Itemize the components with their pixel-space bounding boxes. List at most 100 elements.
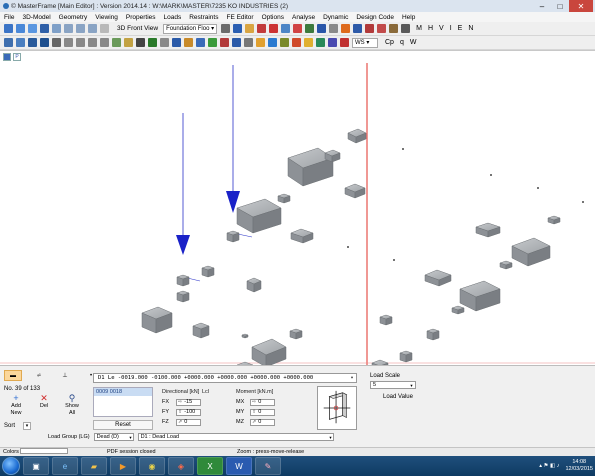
split-icon[interactable] — [100, 24, 109, 33]
toggle-w[interactable]: W — [410, 39, 417, 46]
model-viewport[interactable] — [0, 63, 595, 366]
view-3d-icon[interactable] — [4, 24, 13, 33]
menu-properties[interactable]: Properties — [126, 14, 156, 21]
table-icon[interactable] — [160, 38, 169, 47]
delete-button[interactable]: ✕ Del — [33, 394, 55, 410]
menu-help[interactable]: Help — [402, 14, 415, 21]
color-icon[interactable] — [269, 24, 279, 33]
menu-loads[interactable]: Loads — [164, 14, 182, 21]
word-icon[interactable]: W — [226, 457, 252, 475]
toggle-v[interactable]: V — [439, 25, 444, 32]
menu-viewing[interactable]: Viewing — [95, 14, 118, 21]
folder-open-icon[interactable] — [304, 38, 313, 47]
toggle-cp[interactable]: Cp — [385, 39, 394, 46]
text-icon[interactable] — [401, 24, 411, 33]
zoom-extents-icon[interactable] — [16, 38, 25, 47]
sections-icon[interactable] — [208, 38, 217, 47]
toggle-m[interactable]: M — [416, 25, 422, 32]
mz-input[interactable]: ⇗ 0 — [250, 418, 275, 426]
forces-icon[interactable] — [280, 38, 289, 47]
layer-up-icon[interactable] — [221, 24, 231, 33]
add-node-icon[interactable] — [52, 38, 61, 47]
reset-button[interactable]: Reset — [93, 420, 153, 430]
load-value-toggle[interactable]: Load Value — [383, 394, 413, 400]
start-button[interactable] — [2, 457, 20, 475]
load-scale-select[interactable]: 5 ▾ — [370, 381, 416, 389]
add-new-button[interactable]: + Add New — [5, 394, 27, 416]
render-icon[interactable] — [281, 24, 291, 33]
select-icon[interactable] — [293, 24, 303, 33]
explorer-icon[interactable]: ▣ — [23, 457, 49, 475]
print-icon[interactable] — [328, 38, 337, 47]
pencil-icon[interactable] — [184, 38, 193, 47]
pan-icon[interactable] — [64, 24, 73, 33]
check-icon[interactable] — [148, 38, 157, 47]
masterframe-icon[interactable]: ◈ — [168, 457, 194, 475]
members-icon[interactable] — [317, 24, 327, 33]
truss-load-icon[interactable]: ⩫ — [30, 370, 48, 381]
analysis-icon[interactable] — [268, 38, 277, 47]
rotate-icon[interactable] — [52, 24, 61, 33]
layer-icon[interactable] — [233, 24, 243, 33]
toggle-h[interactable]: H — [428, 25, 433, 32]
ie-icon[interactable]: e — [52, 457, 78, 475]
menu-file[interactable]: File — [4, 14, 14, 21]
fz-input[interactable]: ⇗ 0 — [176, 418, 201, 426]
redraw-icon[interactable] — [245, 24, 255, 33]
stop-icon[interactable] — [340, 38, 349, 47]
maximize-button[interactable]: □ — [551, 0, 569, 12]
menu-fe-editor[interactable]: FE Editor — [226, 14, 253, 21]
line-style-icon[interactable] — [244, 38, 253, 47]
undo-view-icon[interactable] — [76, 24, 85, 33]
folder-icon[interactable]: ▰ — [81, 457, 107, 475]
highlight-icon[interactable] — [341, 24, 351, 33]
divide-icon[interactable] — [124, 38, 133, 47]
grid-icon[interactable] — [329, 24, 339, 33]
export-icon[interactable] — [316, 38, 325, 47]
toggle-i[interactable]: I — [450, 25, 452, 32]
beam-load-icon[interactable]: ▬ — [4, 370, 22, 381]
redo-view-icon[interactable] — [88, 24, 97, 33]
loads-icon[interactable] — [365, 24, 375, 33]
layer-select[interactable]: Foundation Floo ▾ — [163, 23, 218, 34]
close-button[interactable]: ✕ — [569, 0, 593, 12]
design-icon[interactable] — [292, 38, 301, 47]
colors-control[interactable]: Colors — [3, 448, 73, 455]
my-input[interactable]: ⇧ 0 — [250, 408, 275, 416]
refresh-icon[interactable] — [257, 24, 267, 33]
load-case-select[interactable]: D1 : Dead Load ▾ — [137, 433, 334, 441]
list-icon[interactable] — [172, 38, 181, 47]
clock[interactable]: 14:08 12/03/2015 — [565, 459, 593, 473]
add-member-icon[interactable] — [64, 38, 73, 47]
toggle-q[interactable]: q — [400, 39, 404, 46]
report-icon[interactable] — [256, 38, 265, 47]
align-icon[interactable] — [112, 38, 121, 47]
sort-select[interactable]: Sort ▾ — [4, 422, 32, 430]
menu-design-code[interactable]: Design Code — [356, 14, 394, 21]
properties-icon[interactable] — [353, 24, 363, 33]
view-iso-icon[interactable] — [40, 24, 49, 33]
frame-icon[interactable] — [196, 38, 205, 47]
paint-icon[interactable]: ✎ — [255, 457, 281, 475]
load-group-select[interactable]: Dead (D) ▾ — [93, 433, 134, 441]
release-icon[interactable] — [232, 38, 241, 47]
zoom-window-icon[interactable] — [28, 38, 37, 47]
list-item[interactable]: 0009 0018 — [94, 388, 152, 396]
toggle-e[interactable]: E — [458, 25, 463, 32]
mx-input[interactable]: ⇨ 0 — [250, 398, 275, 406]
move-icon[interactable] — [76, 38, 85, 47]
minimize-button[interactable]: – — [533, 0, 551, 12]
load-list[interactable]: 0009 0018 — [93, 387, 153, 417]
show-all-button[interactable]: ⚲ Show All — [61, 394, 83, 416]
view-side-icon[interactable] — [28, 24, 37, 33]
menu-3d-model[interactable]: 3D-Model — [22, 14, 50, 21]
menu-dynamic[interactable]: Dynamic — [323, 14, 348, 21]
command-line[interactable]: D1 Le -0019.000 -0100.000 +0000.000 +000… — [93, 373, 357, 383]
zoom-prev-icon[interactable] — [40, 38, 49, 47]
chrome-icon[interactable]: ◉ — [139, 457, 165, 475]
copy-icon[interactable] — [88, 38, 97, 47]
toggle-n[interactable]: N — [468, 25, 473, 32]
fx-input[interactable]: ⇨ -15 — [176, 398, 201, 406]
nodes-icon[interactable] — [305, 24, 315, 33]
fy-input[interactable]: ⇧ -100 — [176, 408, 201, 416]
